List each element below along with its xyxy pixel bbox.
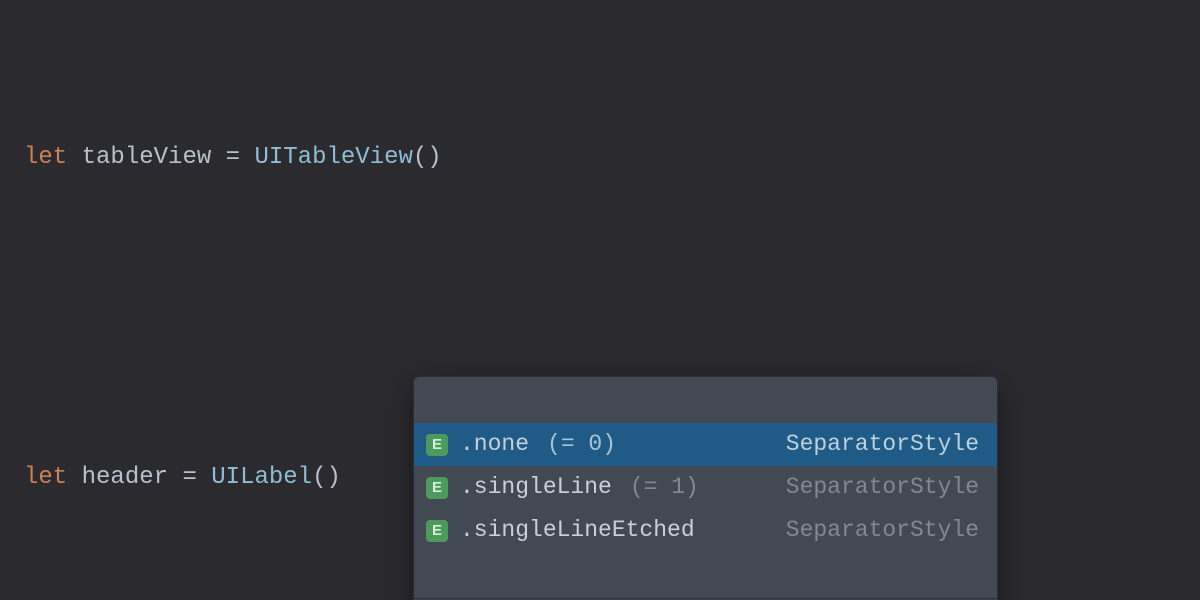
completion-name: .singleLine (460, 476, 612, 499)
completion-name: .singleLineEtched (460, 519, 695, 542)
type-ref: UILabel (211, 458, 312, 498)
autocomplete-popup[interactable]: E .none (= 0) SeparatorStyle E .singleLine (= … (413, 376, 998, 600)
completion-name: .none (460, 433, 529, 456)
identifier: tableView (82, 138, 212, 178)
enum-icon: E (426, 434, 448, 456)
enum-icon: E (426, 477, 448, 499)
autocomplete-item[interactable]: E .singleLineEtched SeparatorStyle (414, 509, 997, 552)
completion-type: SeparatorStyle (786, 476, 979, 499)
completion-raw-value: (= 0) (547, 433, 616, 456)
completion-raw-value: (= 1) (630, 476, 699, 499)
code-line-blank (24, 298, 1176, 338)
keyword-let: let (24, 458, 67, 498)
autocomplete-item[interactable]: E .singleLine (= 1) SeparatorStyle (414, 466, 997, 509)
type-ref: UITableView (254, 138, 412, 178)
enum-icon: E (426, 520, 448, 542)
completion-type: SeparatorStyle (786, 519, 979, 542)
keyword-let: let (24, 138, 67, 178)
code-line: let tableView = UITableView() (24, 138, 1176, 178)
code-editor[interactable]: let tableView = UITableView() let header… (0, 0, 1200, 600)
completion-type: SeparatorStyle (786, 433, 979, 456)
autocomplete-item[interactable]: E .none (= 0) SeparatorStyle (414, 423, 997, 466)
